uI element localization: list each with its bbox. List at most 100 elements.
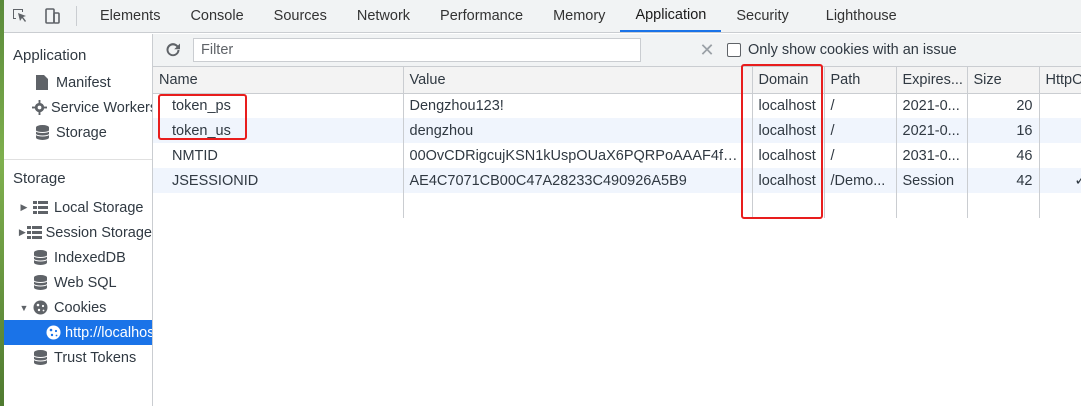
cookie-path: / bbox=[824, 93, 897, 118]
cookie-path: /Demo... bbox=[824, 168, 897, 193]
sidebar-item-label: Web SQL bbox=[54, 274, 117, 291]
grid-icon bbox=[30, 201, 50, 214]
sidebar-item-service-workers[interactable]: Service Workers bbox=[4, 95, 152, 120]
cookie-domain: localhost bbox=[752, 143, 825, 168]
tab-network[interactable]: Network bbox=[342, 0, 425, 32]
cookie-name: NMTID bbox=[153, 143, 404, 168]
tab-application[interactable]: Application bbox=[620, 0, 722, 32]
tab-lighthouse[interactable]: Lighthouse bbox=[804, 0, 912, 32]
cookie-domain: localhost bbox=[752, 168, 825, 193]
sidebar-item-local-storage[interactable]: ▶ Local Storage bbox=[4, 195, 152, 220]
document-icon bbox=[32, 75, 52, 90]
sidebar-heading-application: Application bbox=[13, 46, 87, 64]
tab-memory[interactable]: Memory bbox=[538, 0, 620, 32]
sidebar-heading-storage: Storage bbox=[13, 169, 66, 187]
table-empty-area bbox=[153, 193, 1081, 218]
database-icon bbox=[32, 125, 52, 140]
column-header-value[interactable]: Value bbox=[403, 67, 753, 94]
cookie-value: dengzhou bbox=[403, 118, 753, 143]
column-header-expires[interactable]: Expires... bbox=[896, 67, 968, 94]
sidebar-item-label: Local Storage bbox=[54, 199, 144, 216]
tab-security[interactable]: Security bbox=[721, 0, 803, 32]
sidebar-item-session-storage[interactable]: ▶ Session Storage bbox=[4, 220, 152, 245]
cookie-httponly bbox=[1039, 118, 1081, 143]
filter-input[interactable] bbox=[193, 38, 641, 62]
table-row[interactable]: NMTID 00OvCDRigcujKSN1kUspOUaX6PQRPoAAAF… bbox=[153, 143, 1081, 168]
sidebar-item-cookies[interactable]: ▼ Cookies bbox=[4, 295, 152, 320]
cookie-expires: 2021-0... bbox=[896, 93, 968, 118]
checkbox-box[interactable] bbox=[727, 43, 741, 57]
collapse-arrow-icon[interactable]: ▼ bbox=[18, 303, 30, 313]
gear-icon bbox=[32, 100, 47, 115]
only-issue-label: Only show cookies with an issue bbox=[748, 42, 957, 58]
tab-elements[interactable]: Elements bbox=[85, 0, 175, 32]
column-header-path[interactable]: Path bbox=[824, 67, 897, 94]
column-header-httponly[interactable]: HttpO bbox=[1039, 67, 1081, 94]
database-icon bbox=[30, 350, 50, 365]
cookie-expires: Session bbox=[896, 168, 968, 193]
sidebar-item-label: Storage bbox=[56, 124, 107, 141]
cookie-value: 00OvCDRigcujKSN1kUspOUaX6PQRPoAAAF4fTb..… bbox=[403, 143, 753, 168]
expand-arrow-icon[interactable]: ▶ bbox=[18, 202, 30, 213]
cookie-icon bbox=[46, 325, 61, 340]
cookie-name: token_us bbox=[153, 118, 404, 143]
database-icon bbox=[30, 275, 50, 290]
sidebar-divider bbox=[4, 159, 152, 160]
sidebar-item-manifest[interactable]: Manifest bbox=[4, 70, 152, 95]
cookie-name: token_ps bbox=[153, 93, 404, 118]
cookie-size: 42 bbox=[967, 168, 1040, 193]
only-issue-checkbox[interactable]: Only show cookies with an issue bbox=[727, 42, 957, 58]
cookie-httponly bbox=[1039, 93, 1081, 118]
cookie-httponly: ✓ bbox=[1039, 168, 1081, 193]
devtools-tab-bar: Elements Console Sources Network Perform… bbox=[4, 0, 1081, 33]
cookie-size: 46 bbox=[967, 143, 1040, 168]
cookie-domain: localhost bbox=[752, 118, 825, 143]
device-toolbar-icon[interactable] bbox=[36, 0, 68, 32]
sidebar-item-indexeddb[interactable]: IndexedDB bbox=[4, 245, 152, 270]
cookies-filter-bar: ✕ Only show cookies with an issue bbox=[153, 34, 1081, 67]
cookie-value: Dengzhou123! bbox=[403, 93, 753, 118]
refresh-icon[interactable] bbox=[153, 42, 193, 58]
clear-filter-icon[interactable]: ✕ bbox=[697, 40, 717, 61]
sidebar-item-label: Trust Tokens bbox=[54, 349, 137, 366]
sidebar-item-label: Cookies bbox=[54, 299, 107, 316]
cookie-value: AE4C7071CB00C47A28233C490926A5B9 bbox=[403, 168, 753, 193]
cookie-size: 20 bbox=[967, 93, 1040, 118]
cookie-path: / bbox=[824, 118, 897, 143]
cookie-name: JSESSIONID bbox=[153, 168, 404, 193]
sidebar-item-cookies-localhost[interactable]: http://localhost bbox=[4, 320, 152, 345]
table-row[interactable]: token_us dengzhou localhost / 2021-0... … bbox=[153, 118, 1081, 143]
tab-console[interactable]: Console bbox=[175, 0, 258, 32]
sidebar-item-trust-tokens[interactable]: Trust Tokens bbox=[4, 345, 152, 370]
sidebar-item-label: IndexedDB bbox=[54, 249, 126, 266]
cookie-path: / bbox=[824, 143, 897, 168]
table-header-row: Name Value Domain Path Expires... Size H… bbox=[153, 67, 1081, 94]
sidebar-item-label: Session Storage bbox=[45, 224, 152, 241]
cookie-domain: localhost bbox=[752, 93, 825, 118]
tab-sources[interactable]: Sources bbox=[259, 0, 342, 32]
column-header-name[interactable]: Name bbox=[153, 67, 404, 94]
database-icon bbox=[30, 250, 50, 265]
column-header-domain[interactable]: Domain bbox=[752, 67, 825, 94]
sidebar-item-label: Service Workers bbox=[51, 99, 153, 116]
sidebar-item-storage[interactable]: Storage bbox=[4, 120, 152, 145]
cookies-panel: ✕ Only show cookies with an issue Name V… bbox=[153, 34, 1081, 406]
grid-icon bbox=[26, 226, 42, 239]
table-row[interactable]: token_ps Dengzhou123! localhost / 2021-0… bbox=[153, 93, 1081, 118]
cookies-table: Name Value Domain Path Expires... Size H… bbox=[153, 67, 1081, 218]
sidebar-item-label: Manifest bbox=[56, 74, 111, 91]
application-sidebar: Application Manifest Service Workers Sto… bbox=[4, 34, 153, 406]
table-row[interactable]: JSESSIONID AE4C7071CB00C47A28233C490926A… bbox=[153, 168, 1081, 193]
cookie-expires: 2031-0... bbox=[896, 143, 968, 168]
cookie-expires: 2021-0... bbox=[896, 118, 968, 143]
sidebar-item-web-sql[interactable]: Web SQL bbox=[4, 270, 152, 295]
column-header-size[interactable]: Size bbox=[967, 67, 1040, 94]
cookie-httponly bbox=[1039, 143, 1081, 168]
sidebar-item-label: http://localhost bbox=[65, 324, 153, 341]
inspect-element-icon[interactable] bbox=[4, 0, 36, 32]
toolbar-divider bbox=[76, 6, 77, 26]
cookie-size: 16 bbox=[967, 118, 1040, 143]
expand-arrow-icon[interactable]: ▶ bbox=[18, 227, 27, 238]
cookie-icon bbox=[30, 300, 50, 315]
tab-performance[interactable]: Performance bbox=[425, 0, 538, 32]
